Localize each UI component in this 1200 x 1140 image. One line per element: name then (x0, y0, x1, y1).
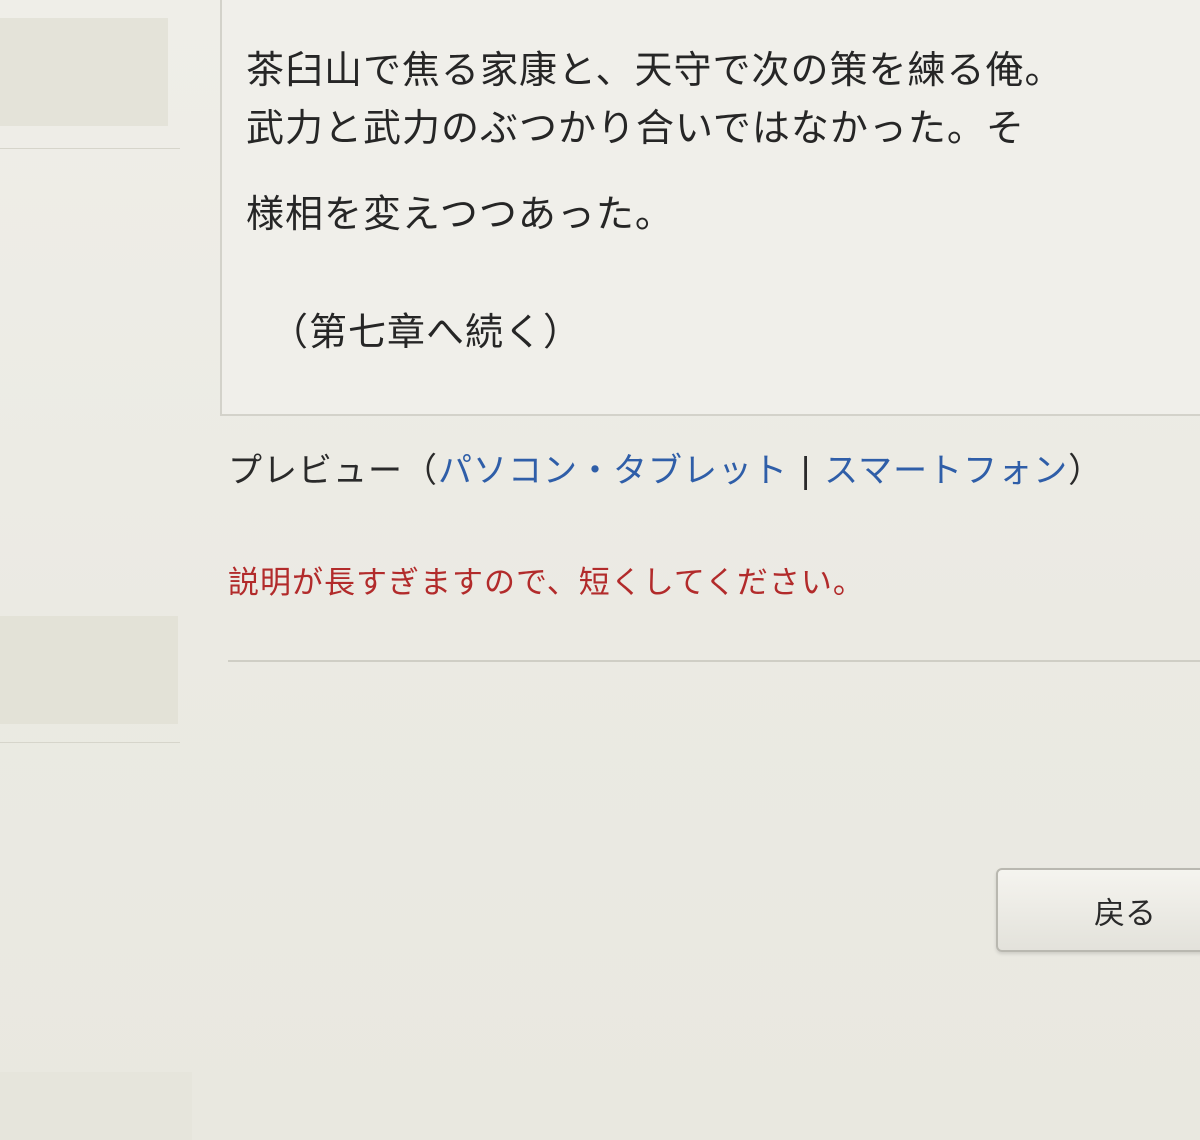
preview-separator: | (799, 451, 813, 491)
story-line: 様相を変えつつあった。 (246, 192, 674, 236)
preview-pc-tablet-link[interactable]: パソコン・タブレット (438, 451, 788, 491)
story-line: 武力と武力のぶつかり合いではなかった。そ (246, 106, 1025, 150)
form-divider (228, 660, 1200, 662)
story-preview-box: 茶臼山で焦る家康と、天守で次の策を練る俺。 武力と武力のぶつかり合いではなかった… (220, 0, 1200, 416)
sidebar-panel-middle (0, 616, 178, 724)
sidebar-divider (0, 148, 180, 149)
story-line: 茶臼山で焦る家康と、天守で次の策を練る俺。 (246, 48, 1064, 92)
preview-label: プレビュー (228, 451, 403, 491)
preview-open-paren: （ (403, 451, 438, 491)
preview-smartphone-link[interactable]: スマートフォン (824, 451, 1068, 491)
sidebar-panel-top (0, 18, 168, 126)
chapter-continuation: （第七章へ続く） (270, 310, 583, 354)
back-button[interactable]: 戻る (996, 868, 1200, 952)
sidebar-panel-bottom (0, 1072, 192, 1140)
page: 茶臼山で焦る家康と、天守で次の策を練る俺。 武力と武力のぶつかり合いではなかった… (0, 0, 1200, 1140)
preview-close-paren: ） (1068, 451, 1104, 491)
sidebar-divider (0, 742, 180, 743)
error-message: 説明が長すぎますので、短くしてください。 (228, 565, 865, 601)
preview-links: プレビュー（パソコン・タブレット | スマートフォン） (228, 446, 1103, 496)
